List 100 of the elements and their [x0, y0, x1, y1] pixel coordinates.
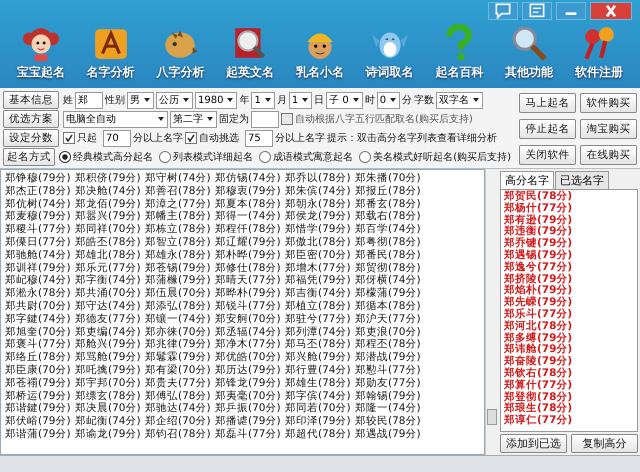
name-entry[interactable]: 郑穆衷(79分): [215, 184, 283, 198]
action-button[interactable]: 马上起名: [519, 92, 576, 112]
top-name-entry[interactable]: 郑焰朴(79分): [504, 285, 634, 298]
name-entry[interactable]: 郑侯龙(79分): [285, 210, 353, 224]
name-entry[interactable]: 郑优皓(70分): [215, 351, 283, 364]
name-entry[interactable]: 郑吒擒(79分): [75, 364, 143, 377]
top-name-entry[interactable]: 郑钦右(78分): [504, 368, 634, 380]
name-entry[interactable]: 郑傅弘(78分): [145, 390, 213, 402]
name-entry[interactable]: 郑同祥(70分): [75, 223, 143, 236]
name-entry[interactable]: 郑臣密(70分): [285, 248, 353, 262]
name-entry[interactable]: 郑络丘(78分): [5, 351, 73, 364]
name-entry[interactable]: 郑驰达(74分): [145, 402, 213, 416]
name-entry[interactable]: 郑夷毫(70分): [215, 390, 283, 402]
section-button[interactable]: 优选方案: [3, 110, 59, 128]
name-entry[interactable]: 郑番民(78分): [355, 248, 423, 262]
top-name-entry[interactable]: 郑违衡(79分): [504, 226, 634, 238]
name-entry[interactable]: 郑伍晨(70分): [145, 287, 213, 300]
name-entry[interactable]: 郑决晨(70分): [75, 402, 143, 416]
radio-button[interactable]: [259, 151, 272, 163]
name-entry[interactable]: 郑朱播(70分): [355, 172, 423, 185]
name-entry[interactable]: 郑吉衡(74分): [285, 287, 353, 300]
section-button[interactable]: 基本信息: [3, 91, 59, 109]
dropdown[interactable]: 男: [127, 92, 154, 108]
name-entry[interactable]: 郑驻兮(77分): [285, 312, 353, 326]
top-name-entry[interactable]: 郑琅生(78分): [504, 403, 634, 416]
toolbar-label[interactable]: 起英文名: [226, 64, 274, 81]
dropdown[interactable]: 子 0: [326, 92, 363, 108]
dropdown[interactable]: 0: [376, 92, 400, 108]
name-entry[interactable]: 郑钧召(78分): [145, 428, 213, 441]
name-entry[interactable]: 郑镶一(74分): [145, 312, 213, 326]
name-entry[interactable]: 郑守树(74分): [145, 172, 213, 185]
name-entry[interactable]: 郑铮穆(79分): [5, 172, 73, 185]
name-entry[interactable]: 郑共涌(70分): [75, 287, 143, 300]
name-entry[interactable]: 郑超代(78分): [285, 428, 353, 441]
top-name-entry[interactable]: 郑讳舱(79分): [504, 344, 634, 356]
name-entry[interactable]: 郑谐鍵(79分): [5, 402, 73, 416]
name-entry[interactable]: 郑丞辐(74分): [215, 326, 283, 338]
top-name-entry[interactable]: 郑杨什(77分): [504, 202, 634, 215]
name-entry[interactable]: 郑朱傧(74分): [285, 184, 353, 198]
name-entry[interactable]: 郑漳之(77分): [145, 198, 213, 210]
chat-icon[interactable]: [488, 2, 518, 20]
radio-button[interactable]: [359, 151, 372, 163]
section-button[interactable]: 起名方式: [3, 148, 56, 166]
top-name-entry[interactable]: 郑河北(78分): [504, 320, 634, 333]
action-button[interactable]: 关闭软件: [519, 144, 576, 164]
name-entry[interactable]: 郑苍禤(79分): [5, 376, 73, 390]
toolbar-label[interactable]: 名字分析: [86, 64, 135, 81]
name-entry[interactable]: 郑善召(78分): [145, 184, 213, 198]
name-entry[interactable]: 郑贸彻(78分): [355, 262, 423, 274]
name-entry[interactable]: 郑辽耀(79分): [215, 236, 283, 249]
name-entry[interactable]: 郑粤彻(78分): [355, 236, 423, 249]
name-entry[interactable]: 郑褒斗(77分): [5, 338, 73, 352]
radio-button[interactable]: [59, 151, 72, 163]
name-entry[interactable]: 郑乒振(70分): [215, 402, 283, 416]
name-entry[interactable]: 郑同若(70分): [285, 402, 353, 416]
name-entry[interactable]: 郑亦徕(70分): [145, 326, 213, 338]
top-name-entry[interactable]: 郑算什(77分): [504, 380, 634, 392]
top-name-entry[interactable]: 郑先嵘(79分): [504, 297, 634, 309]
name-entry[interactable]: 郑兆律(79分): [145, 338, 213, 352]
name-entry[interactable]: 郑缥玄(78分): [75, 390, 143, 402]
name-entry[interactable]: 郑驰舱(74分): [5, 248, 73, 262]
toolbar-label[interactable]: 诗词取名: [366, 64, 414, 81]
name-entry[interactable]: 郑潜战(79分): [355, 351, 423, 364]
name-entry[interactable]: 郑德友(77分): [75, 312, 143, 326]
dropdown[interactable]: 双字名: [436, 92, 484, 108]
toolbar-label[interactable]: 八字分析: [156, 64, 204, 81]
name-entry[interactable]: 郑增木(77分): [285, 262, 353, 274]
name-entry[interactable]: 郑得一(74分): [215, 210, 283, 224]
name-entry[interactable]: 郑稷斗(77分): [5, 223, 73, 236]
toolbar-label[interactable]: 软件注册: [575, 64, 623, 81]
name-entry[interactable]: 郑锐斗(77分): [215, 300, 283, 313]
section-button[interactable]: 设定分数: [3, 129, 59, 147]
name-entry[interactable]: 郑嚣兴(79分): [75, 210, 143, 224]
name-entry[interactable]: 郑晔朴(79分): [215, 287, 283, 300]
close-icon[interactable]: [590, 2, 632, 20]
toolbar-label[interactable]: 起名百科: [435, 64, 484, 81]
top-name-entry[interactable]: 郑奋陵(79分): [504, 356, 634, 368]
name-entry[interactable]: 郑栋立(78分): [145, 223, 213, 236]
minimize-icon[interactable]: [556, 2, 586, 20]
dropdown[interactable]: 1: [288, 92, 312, 108]
top-name-entry[interactable]: 郑登彻(78分): [504, 392, 634, 404]
name-entry[interactable]: 郑决舱(74分): [75, 184, 143, 198]
top-name-entry[interactable]: 郑贺民(78分): [504, 191, 634, 203]
name-entry[interactable]: 郑企绍(70分): [145, 415, 213, 428]
top-name-entry[interactable]: 郑逸兮(77分): [504, 262, 634, 274]
name-entry[interactable]: 郑安舸(70分): [215, 312, 283, 326]
dropdown[interactable]: 电脑全自动: [63, 110, 168, 128]
name-entry[interactable]: 郑净木(77分): [215, 338, 283, 352]
name-entry[interactable]: 郑兴舱(79分): [285, 351, 353, 364]
name-entry[interactable]: 郑苍锡(79分): [145, 262, 213, 274]
name-entry[interactable]: 郑程丕(78分): [355, 338, 423, 352]
name-entry[interactable]: 郑谐蒲(79分): [5, 428, 73, 441]
name-entry[interactable]: 郑播谑(79分): [215, 415, 283, 428]
top-name-entry[interactable]: 郑挤陵(79分): [504, 274, 634, 286]
name-entry[interactable]: 郑历达(79分): [215, 364, 283, 377]
action-button[interactable]: 淘宝购买: [580, 118, 637, 138]
name-entry[interactable]: 郑循本(78分): [355, 300, 423, 313]
top-name-entry[interactable]: 郑谆仁(77分): [504, 415, 634, 427]
name-entry[interactable]: 郑植立(78分): [285, 300, 353, 313]
toolbar-label[interactable]: 宝宝起名: [16, 64, 65, 81]
